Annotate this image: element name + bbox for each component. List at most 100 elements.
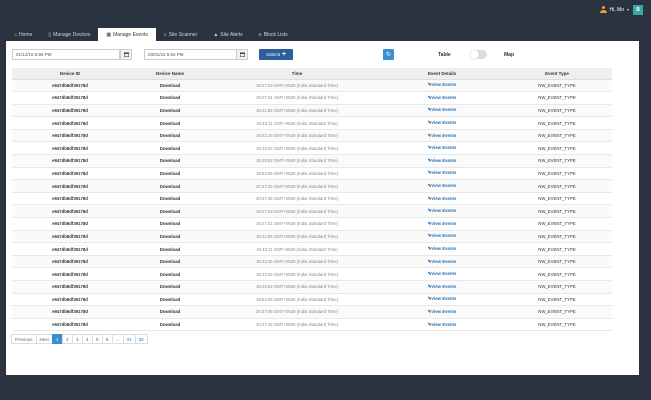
device-id-cell: e947db8df39178d xyxy=(12,192,128,206)
event-type-cell: NW_EVENT_TYPE xyxy=(502,116,612,130)
view-events-link[interactable]: ✎View Events xyxy=(382,141,502,156)
previous-page-button[interactable]: Previous xyxy=(11,334,37,344)
table-header-row: Device ID Device Name Time Event Details Eve… xyxy=(12,68,612,80)
time-cell: 19:27:41 GMT+0530 (India Standard Time) xyxy=(212,91,382,105)
table-row: e947db8df39178d Download 20:47:45 GMT+0530… xyxy=(12,305,612,319)
end-calendar-button[interactable] xyxy=(236,49,248,60)
device-id-cell: e947db8df39178d xyxy=(12,255,128,269)
view-events-link[interactable]: ✎View Events xyxy=(382,179,502,193)
view-events-label: View Events xyxy=(431,82,457,88)
table-row: e947db8df39178d Download 19:54:06 GMT+0530… xyxy=(12,167,612,181)
tab-site-scanner[interactable]: ⌕ Site Scanner xyxy=(156,28,205,41)
tab-manage-events[interactable]: ▦ Manage Events xyxy=(98,28,156,41)
device-id-cell: e947db8df39178d xyxy=(12,230,128,244)
table-body: e947db8df39178d Download 19:27:23 GMT+0530… xyxy=(12,79,612,332)
view-events-link[interactable]: ✎View Events xyxy=(382,217,502,231)
view-toggle[interactable] xyxy=(470,50,487,59)
event-type-cell: NW_EVENT_TYPE xyxy=(502,154,612,168)
calendar-icon xyxy=(239,52,245,57)
device-icon: ▯ xyxy=(48,31,52,38)
device-id-cell: e947db8df39178d xyxy=(12,305,128,319)
device-name-cell: Download xyxy=(128,129,212,143)
event-type-cell: NW_EVENT_TYPE xyxy=(502,318,612,332)
view-events-link[interactable]: ✎View Events xyxy=(382,230,502,244)
user-menu[interactable]: Hi, Mo ▾ xyxy=(599,6,629,13)
calendar-icon: ▦ xyxy=(106,31,112,38)
device-name-cell: Download xyxy=(128,116,212,130)
column-header: Time xyxy=(212,68,382,80)
avatar[interactable]: B xyxy=(633,5,643,15)
table-row: e947db8df39178d Download 19:54:06 GMT+0530… xyxy=(12,293,612,307)
device-name-cell: Download xyxy=(128,179,212,193)
view-events-label: View Events xyxy=(431,120,457,126)
view-events-link[interactable]: ✎View Events xyxy=(382,192,502,206)
event-type-cell: NW_EVENT_TYPE xyxy=(502,179,612,193)
map-view-label: Map xyxy=(504,52,514,58)
tab-label: Site Scanner xyxy=(168,31,198,38)
column-header: Event Type xyxy=(502,68,612,80)
table-row: e947db8df39178d Download 20:47:45 GMT+0530… xyxy=(12,318,612,332)
device-name-cell: Download xyxy=(128,167,212,181)
table-row: e947db8df39178d Download 19:43:16 GMT+0530… xyxy=(12,255,612,269)
start-calendar-button[interactable] xyxy=(120,49,132,60)
plus-icon: + xyxy=(281,51,287,58)
device-id-cell: e947db8df39178d xyxy=(12,154,128,168)
device-id-cell: e947db8df39178d xyxy=(12,267,128,281)
device-id-cell: e947db8df39178d xyxy=(12,79,128,93)
time-cell: 19:54:06 GMT+0530 (India Standard Time) xyxy=(212,293,382,307)
device-name-cell: Download xyxy=(128,267,212,281)
time-cell: 19:43:16 GMT+0530 (India Standard Time) xyxy=(212,255,382,269)
tab-label: Site Alerts xyxy=(220,31,243,38)
view-events-link[interactable]: ✎View Events xyxy=(382,242,502,256)
device-name-cell: Download xyxy=(128,293,212,307)
event-type-cell: NW_EVENT_TYPE xyxy=(502,280,612,294)
tab-site-alerts[interactable]: ▲ Site Alerts xyxy=(205,28,250,41)
view-events-link[interactable]: ✎View Events xyxy=(382,305,502,319)
table-row: e947db8df39178d Download 19:27:23 GMT+0530… xyxy=(12,79,612,93)
column-header: Device ID xyxy=(12,68,128,80)
end-date-input[interactable]: 03/01/16 5:56 PM xyxy=(144,49,238,60)
view-events-link[interactable]: ✎View Events xyxy=(382,129,502,143)
page-32-button[interactable]: 32 xyxy=(134,334,148,344)
refresh-button[interactable]: ↻ xyxy=(383,49,394,60)
view-events-link[interactable]: ✎View Events xyxy=(382,167,502,181)
view-events-label: View Events xyxy=(431,157,457,163)
view-events-link[interactable]: ✎View Events xyxy=(382,91,502,105)
view-events-link[interactable]: ✎View Events xyxy=(382,154,502,168)
tab-label: Home xyxy=(19,31,33,38)
start-date-value: 01/12/16 5:56 PM xyxy=(16,52,52,57)
view-events-link[interactable]: ✎View Events xyxy=(382,293,502,307)
submit-button[interactable]: Submit + xyxy=(259,49,293,60)
device-name-cell: Download xyxy=(128,79,212,93)
device-id-cell: e947db8df39178d xyxy=(12,91,128,105)
time-cell: 19:43:16 GMT+0530 (India Standard Time) xyxy=(212,129,382,143)
table-row: e947db8df39178d Download 20:47:45 GMT+0530… xyxy=(12,179,612,193)
device-name-cell: Download xyxy=(128,305,212,319)
next-page-button[interactable]: Next xyxy=(35,334,53,344)
view-events-link[interactable]: ✎View Events xyxy=(382,255,502,269)
view-events-label: View Events xyxy=(431,258,457,264)
view-events-link[interactable]: ✎View Events xyxy=(382,204,502,219)
time-cell: 19:43:11 GMT+0530 (India Standard Time) xyxy=(212,242,382,256)
tab-home[interactable]: ⌂ Home xyxy=(6,28,40,41)
view-events-link[interactable]: ✎View Events xyxy=(382,79,502,93)
view-events-link[interactable]: ✎View Events xyxy=(382,280,502,294)
tab-manage-devices[interactable]: ▯ Manage Devices xyxy=(40,28,98,41)
view-events-link[interactable]: ✎View Events xyxy=(382,116,502,130)
start-date-input[interactable]: 01/12/16 5:56 PM xyxy=(12,49,120,60)
table-row: e947db8df39178d Download 19:27:41 GMT+0530… xyxy=(12,217,612,231)
view-events-link[interactable]: ✎View Events xyxy=(382,318,502,332)
time-cell: 20:47:45 GMT+0530 (India Standard Time) xyxy=(212,318,382,332)
event-type-cell: NW_EVENT_TYPE xyxy=(502,141,612,156)
table-row: e947db8df39178d Download 19:27:23 GMT+0530… xyxy=(12,204,612,219)
view-events-link[interactable]: ✎View Events xyxy=(382,267,502,281)
view-events-link[interactable]: ✎View Events xyxy=(382,104,502,118)
tab-block-lists[interactable]: ≡ Block Lists xyxy=(251,28,296,41)
device-name-cell: Download xyxy=(128,204,212,219)
device-name-cell: Download xyxy=(128,255,212,269)
user-greeting: Hi, Mo xyxy=(609,6,624,13)
time-cell: 19:49:52 GMT+0530 (India Standard Time) xyxy=(212,280,382,294)
view-events-label: View Events xyxy=(431,246,457,252)
chevron-down-icon: ▾ xyxy=(626,7,629,12)
tab-label: Block Lists xyxy=(263,31,288,38)
